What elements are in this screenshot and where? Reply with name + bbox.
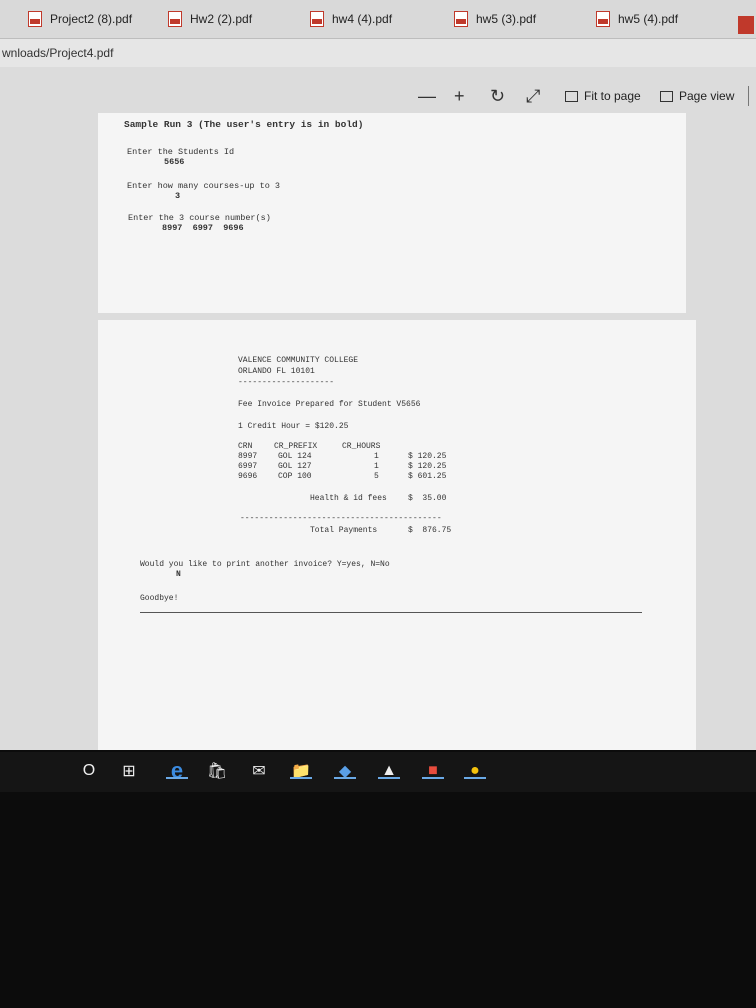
page-rule — [140, 612, 642, 613]
tab-label: hw5 (3).pdf — [476, 12, 537, 26]
tab-hw4[interactable]: hw4 (4).pdf — [310, 6, 392, 32]
plus-icon: + — [454, 85, 465, 106]
start-button[interactable]: O — [78, 760, 100, 782]
prompt-student-id: Enter the Students Id — [127, 147, 235, 157]
pdf-file-icon — [168, 11, 182, 27]
row-crn: 6997 — [238, 462, 258, 471]
active-indicator — [464, 777, 486, 779]
row-prefix: COP 100 — [278, 472, 312, 481]
header-prefix: CR_PREFIX — [274, 442, 318, 451]
apps-button[interactable]: ■ — [422, 760, 444, 782]
pdf-file-icon — [310, 11, 324, 27]
tab-hw5-4[interactable]: hw5 (4).pdf — [596, 6, 678, 32]
address-text: wnloads/Project4.pdf — [2, 46, 114, 60]
header-hours: CR_HOURS — [342, 442, 381, 451]
row-amount: $ 120.25 — [408, 452, 447, 461]
header-crn: CRN — [238, 442, 253, 451]
mail-icon: ✉ — [252, 763, 266, 780]
credit-line: 1 Credit Hour = $120.25 — [238, 422, 349, 431]
store-icon: 🛍 — [206, 763, 228, 780]
row-crn: 8997 — [238, 452, 258, 461]
print-again-prompt: Would you like to print another invoice?… — [140, 560, 390, 569]
college-city: ORLANDO FL 10101 — [238, 367, 315, 376]
edge-button[interactable]: e — [166, 758, 188, 783]
fit-page-icon — [565, 90, 578, 102]
edge-icon: e — [170, 758, 184, 783]
total-label: Total Payments — [310, 526, 378, 535]
tab-project2[interactable]: Project2 (8).pdf — [28, 6, 132, 32]
pdf-page-1: Sample Run 3 (The user's entry is in bol… — [98, 113, 686, 313]
zoom-out-button[interactable]: — — [418, 86, 436, 106]
row-prefix: GOL 124 — [278, 452, 312, 461]
row-amount: $ 120.25 — [408, 462, 447, 471]
fit-to-page-button[interactable]: Fit to page — [565, 86, 641, 106]
row-prefix: GOL 127 — [278, 462, 312, 471]
invoice-line: Fee Invoice Prepared for Student V5656 — [238, 400, 421, 409]
total-amount: $ 876.75 — [408, 526, 452, 535]
row-hours: 1 — [374, 462, 379, 471]
gallery-button[interactable]: ▲ — [378, 760, 400, 782]
minus-icon: — — [418, 85, 436, 106]
fullscreen-button[interactable]: ⤢ — [526, 86, 540, 106]
pdf-file-icon — [28, 11, 42, 27]
expand-icon: ⤢ — [526, 85, 541, 106]
rotate-button[interactable]: ↻ — [490, 86, 505, 106]
screen: Project2 (8).pdf Hw2 (2).pdf hw4 (4).pdf… — [0, 0, 756, 750]
active-indicator — [290, 777, 312, 779]
chrome-button[interactable]: ● — [464, 760, 486, 782]
tab-hw2[interactable]: Hw2 (2).pdf — [168, 6, 252, 32]
pdf-file-icon — [596, 11, 610, 27]
pdf-page-2: VALENCE COMMUNITY COLLEGE ORLANDO FL 101… — [98, 320, 696, 750]
row-hours: 1 — [374, 452, 379, 461]
photos-button[interactable]: ◆ — [334, 760, 356, 782]
college-name: VALENCE COMMUNITY COLLEGE — [238, 356, 359, 365]
separator-dashes: -------------------- — [238, 378, 335, 387]
page-view-label: Page view — [679, 89, 735, 103]
separator-dashes-2: ----------------------------------------… — [240, 514, 442, 523]
entry-course-count: 3 — [175, 191, 181, 201]
toolbar-divider — [748, 86, 749, 106]
print-again-entry: N — [176, 570, 181, 579]
entry-student-id: 5656 — [164, 157, 185, 167]
mail-button[interactable]: ✉ — [248, 760, 270, 782]
prompt-course-count: Enter how many courses-up to 3 — [127, 181, 281, 191]
windows-taskbar: O ⊞ e 🛍 ✉ 📁 ◆ ▲ ■ ● — [0, 752, 756, 792]
tab-label: Project2 (8).pdf — [50, 12, 133, 26]
row-crn: 9696 — [238, 472, 258, 481]
entry-course-numbers: 8997 6997 9696 — [162, 223, 244, 233]
row-hours: 5 — [374, 472, 379, 481]
tab-bar: Project2 (8).pdf Hw2 (2).pdf hw4 (4).pdf… — [0, 0, 756, 39]
file-explorer-button[interactable]: 📁 — [290, 760, 312, 782]
tab-label: Hw2 (2).pdf — [190, 12, 253, 26]
task-view-button[interactable]: ⊞ — [118, 760, 140, 782]
tab-label: hw4 (4).pdf — [332, 12, 393, 26]
page-view-button[interactable]: Page view — [660, 86, 734, 106]
tab-label: hw5 (4).pdf — [618, 12, 679, 26]
active-indicator — [422, 777, 444, 779]
store-button[interactable]: 🛍 — [206, 760, 228, 782]
prompt-course-numbers: Enter the 3 course number(s) — [128, 213, 271, 223]
address-bar[interactable]: wnloads/Project4.pdf — [0, 39, 756, 67]
active-indicator — [334, 777, 356, 779]
goodbye-text: Goodbye! — [140, 594, 179, 603]
pdf-toolbar: — + ↻ ⤢ Fit to page Page view — [0, 80, 756, 112]
active-indicator — [166, 777, 188, 779]
task-view-icon: ⊞ — [122, 763, 136, 780]
pdf-file-icon — [454, 11, 468, 27]
fit-to-page-label: Fit to page — [584, 89, 641, 103]
zoom-in-button[interactable]: + — [454, 86, 465, 106]
tab-hw5-3[interactable]: hw5 (3).pdf — [454, 6, 536, 32]
pdf-app-icon[interactable] — [738, 16, 754, 34]
page-view-icon — [660, 90, 673, 102]
health-fee-label: Health & id fees — [310, 494, 387, 503]
active-indicator — [378, 777, 400, 779]
page-heading: Sample Run 3 (The user's entry is in bol… — [124, 119, 364, 130]
row-amount: $ 601.25 — [408, 472, 447, 481]
cortana-icon: O — [82, 762, 96, 779]
rotate-icon: ↻ — [490, 85, 506, 106]
health-fee-amount: $ 35.00 — [408, 494, 447, 503]
